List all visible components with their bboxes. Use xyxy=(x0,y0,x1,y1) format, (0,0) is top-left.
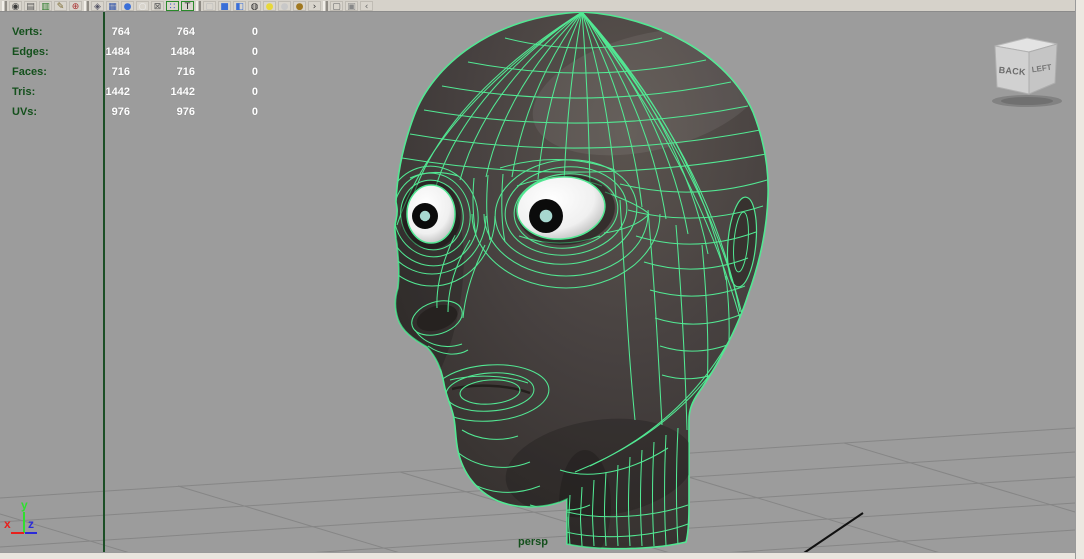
grip-handle[interactable] xyxy=(323,0,328,11)
hud-value: 0 xyxy=(251,86,258,98)
hud-label: Edges: xyxy=(12,46,49,58)
wireframe-display-icon[interactable]: ○ xyxy=(136,0,149,11)
render-current-frame-icon[interactable]: ◉ xyxy=(9,0,22,11)
hud-value: 0 xyxy=(251,46,258,58)
status-line-toolbar: ◉ ▤ ▥ ✎ ⊕ ◈ ▦ ● ○ ⊠ ∷ T ▢ ■ ◧ ◍ ● ● ● › ▢ ▣ ‹ xyxy=(0,0,1077,12)
hud-value: 1484 xyxy=(105,46,130,58)
hud-label: Verts: xyxy=(12,26,43,38)
hud-value: 764 xyxy=(176,26,195,38)
camera-name-label: persp xyxy=(518,536,548,548)
view-cube-shadow xyxy=(1001,97,1053,105)
y-axis-label: y xyxy=(21,498,28,512)
grip-handle[interactable] xyxy=(2,0,7,11)
grip-handle[interactable] xyxy=(196,0,201,11)
hud-value: 0 xyxy=(251,66,258,78)
film-gate-icon[interactable]: ▦ xyxy=(106,0,119,11)
axis-gizmo: y x z xyxy=(4,498,37,534)
light-off-icon[interactable]: ● xyxy=(278,0,291,11)
wire-cube-icon[interactable]: ▢ xyxy=(330,0,343,11)
smooth-shade-cube-icon[interactable]: ■ xyxy=(218,0,231,11)
hud-row-tris: Tris: 1442 1442 0 xyxy=(0,86,280,100)
view-cube[interactable]: BACK LEFT xyxy=(983,30,1077,112)
flat-shade-cube-icon[interactable]: ◧ xyxy=(233,0,246,11)
grip-handle[interactable] xyxy=(84,0,89,11)
hypershade-book-icon[interactable]: ▥ xyxy=(39,0,52,11)
hud-value: 976 xyxy=(111,106,130,118)
textured-sphere-icon[interactable]: ◍ xyxy=(248,0,261,11)
material-ball-icon[interactable]: ● xyxy=(293,0,306,11)
hud-label: Tris: xyxy=(12,86,36,98)
edit-pencil-icon[interactable]: ✎ xyxy=(54,0,67,11)
hud-value: 1484 xyxy=(170,46,195,58)
hud-value: 0 xyxy=(251,106,258,118)
hud-value: 1442 xyxy=(105,86,130,98)
hud-value: 764 xyxy=(111,26,130,38)
default-material-cube-icon[interactable]: ▢ xyxy=(203,0,216,11)
outline-box-icon[interactable]: ▣ xyxy=(345,0,358,11)
copy-tool-settings-icon[interactable]: ▤ xyxy=(24,0,37,11)
hud-value: 1442 xyxy=(170,86,195,98)
window-edge-bottom xyxy=(0,552,1075,559)
hud-label: Faces: xyxy=(12,66,47,78)
particle-display-icon[interactable]: ∷ xyxy=(166,0,179,11)
poly-count-hud: Verts: 764 764 0 Edges: 1484 1484 0 Face… xyxy=(0,11,280,118)
hud-label: UVs: xyxy=(12,106,38,118)
window-edge-right xyxy=(1075,0,1084,559)
no-texture-icon[interactable]: ⊠ xyxy=(151,0,164,11)
light-on-icon[interactable]: ● xyxy=(263,0,276,11)
x-axis-label: x xyxy=(4,517,11,531)
isolate-select-icon[interactable]: ‹ xyxy=(360,0,373,11)
render-settings-zoom-icon[interactable]: ⊕ xyxy=(69,0,82,11)
hud-row-verts: Verts: 764 764 0 xyxy=(0,26,280,40)
z-axis-label: z xyxy=(28,517,34,531)
hud-row-edges: Edges: 1484 1484 0 xyxy=(0,46,280,60)
hud-value: 716 xyxy=(111,66,130,78)
shaded-display-icon[interactable]: ● xyxy=(121,0,134,11)
grid-display-icon[interactable]: ◈ xyxy=(91,0,104,11)
hud-value: 0 xyxy=(251,26,258,38)
hud-row-uvs: UVs: 976 976 0 xyxy=(0,106,280,120)
hud-row-faces: Faces: 716 716 0 xyxy=(0,66,280,80)
hud-value: 716 xyxy=(176,66,195,78)
texture-display-icon[interactable]: T xyxy=(181,0,194,11)
expand-arrow-icon[interactable]: › xyxy=(308,0,321,11)
hud-value: 976 xyxy=(176,106,195,118)
